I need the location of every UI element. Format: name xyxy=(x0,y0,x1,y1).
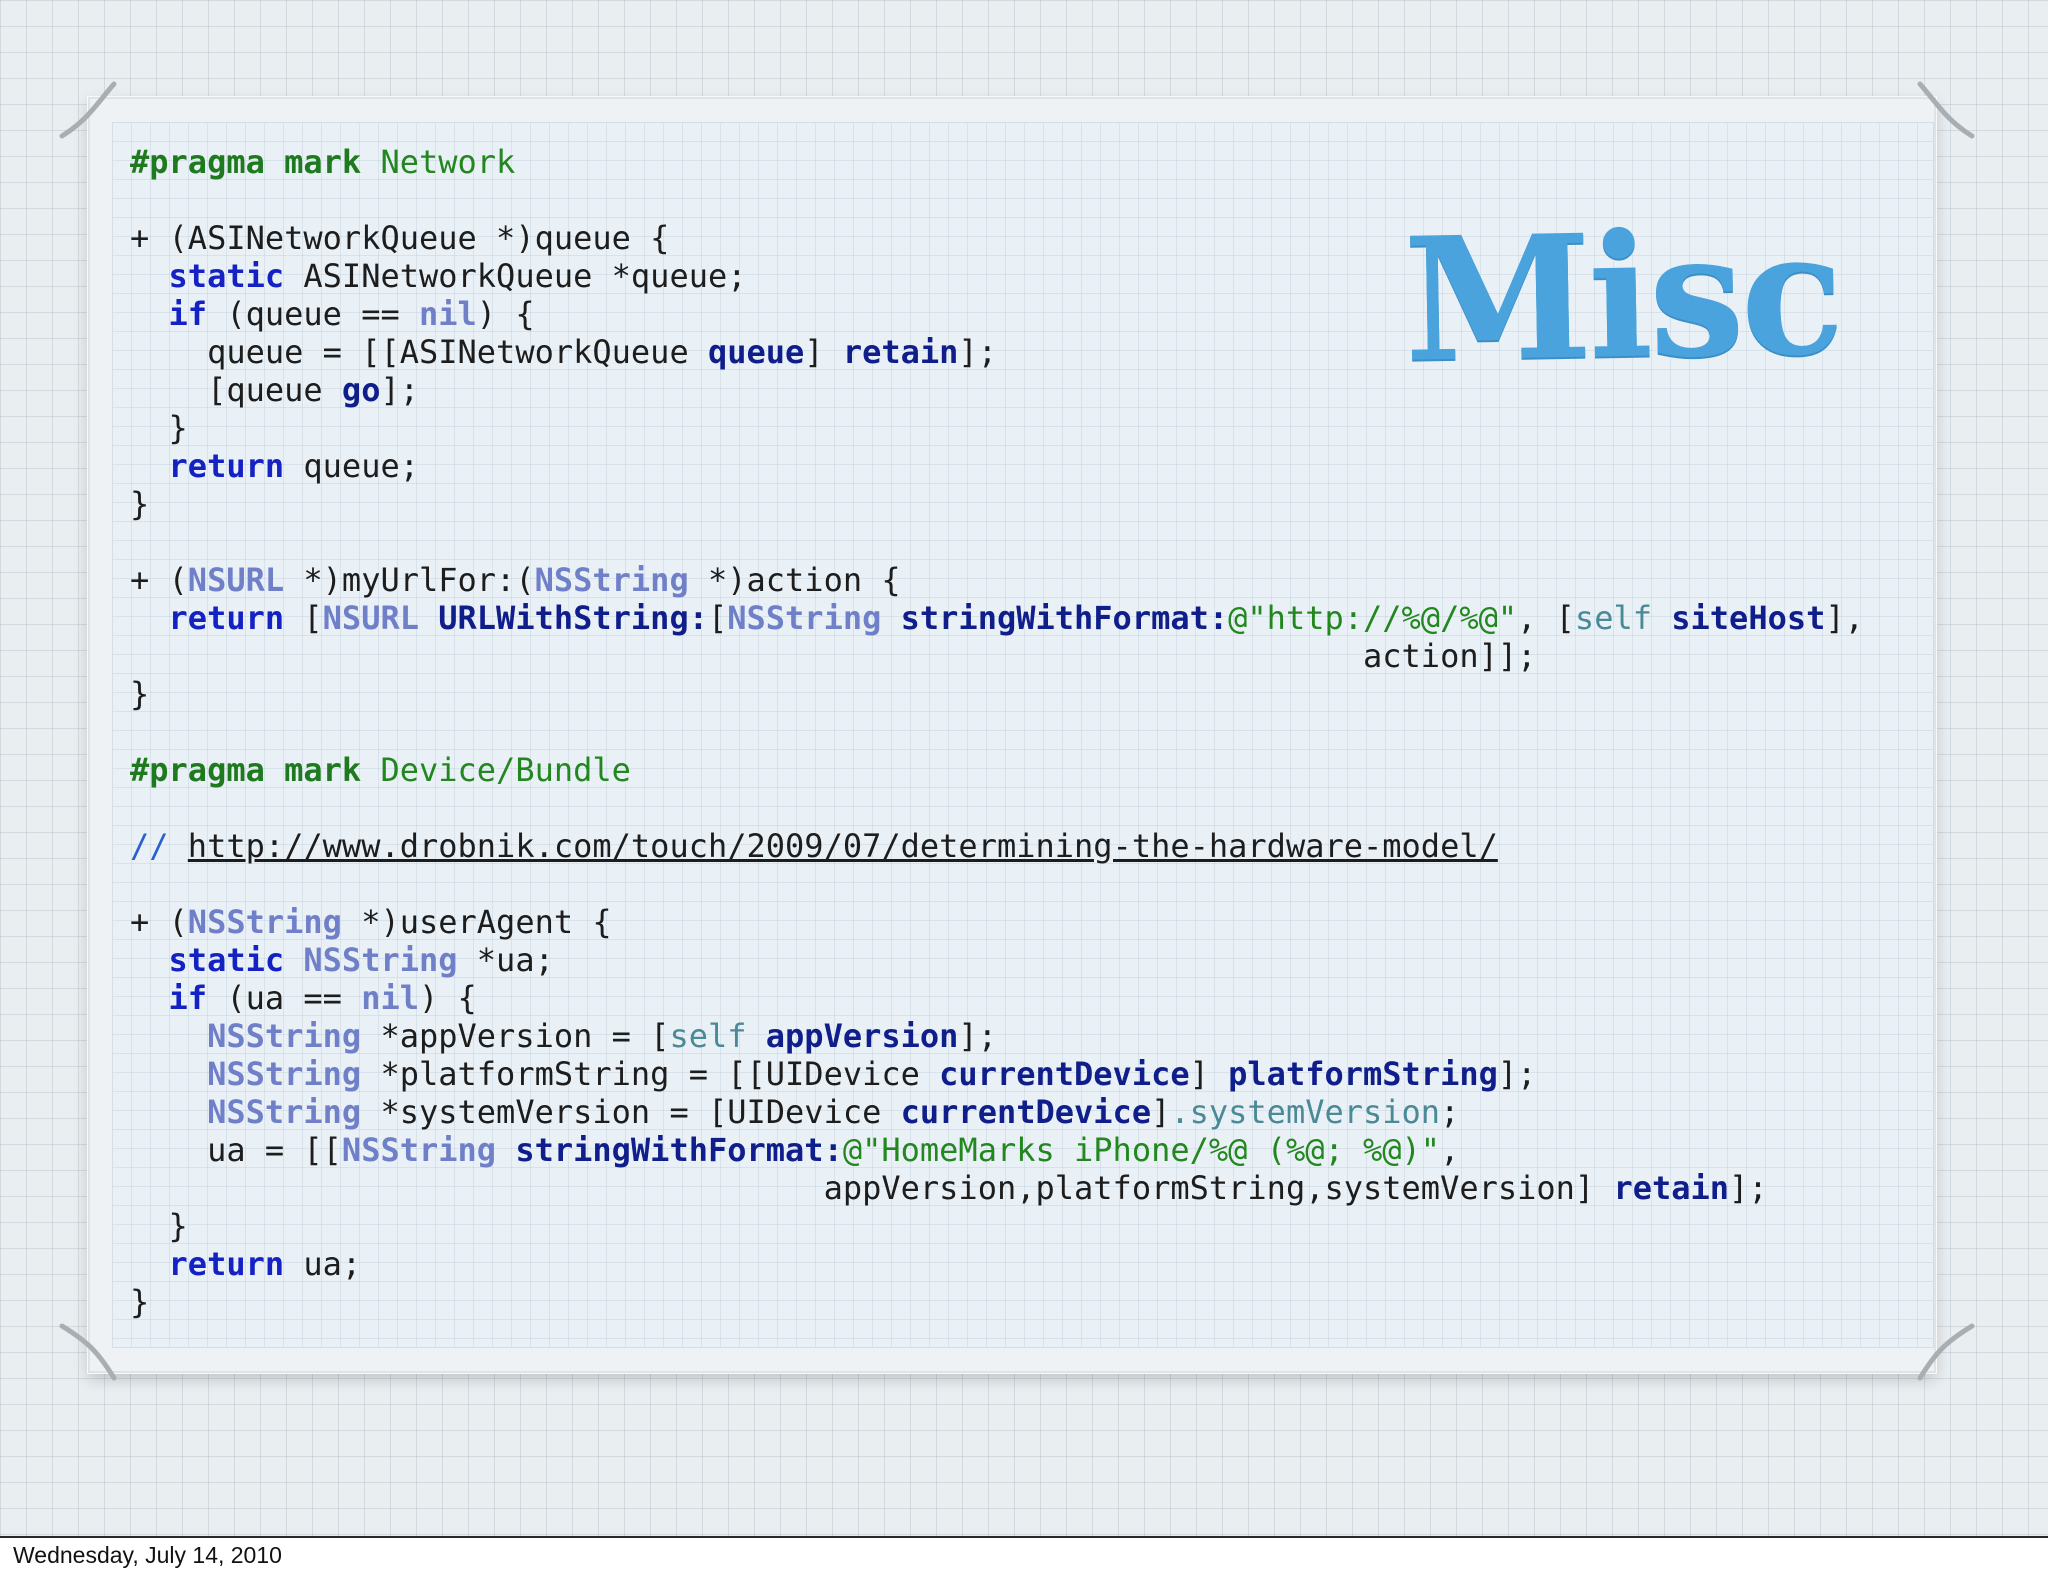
code-line: if (ua == nil) { xyxy=(168,979,477,1017)
code-line: + (NSString *)userAgent { xyxy=(130,903,612,941)
code-line: NSString *appVersion = [self appVersion]… xyxy=(207,1017,997,1055)
code-line: static NSString *ua; xyxy=(168,941,554,979)
code-line: NSString *systemVersion = [UIDevice curr… xyxy=(207,1093,1460,1131)
slide: Misc #pragma mark Network + (ASINetworkQ… xyxy=(0,0,2048,1538)
footer-date: Wednesday, July 14, 2010 xyxy=(13,1542,282,1568)
code-line: [queue go]; xyxy=(130,371,419,409)
code-line: + (NSURL *)myUrlFor:(NSString *)action { xyxy=(130,561,901,599)
corner-ornament-bottom-right xyxy=(1917,1323,1975,1381)
corner-ornament-top-left xyxy=(59,81,117,139)
code-listing: #pragma mark Network + (ASINetworkQueue … xyxy=(130,143,1864,1321)
code-line: static ASINetworkQueue *queue; xyxy=(168,257,747,295)
comment-link[interactable]: http://www.drobnik.com/touch/2009/07/det… xyxy=(188,827,1498,865)
corner-ornament-bottom-left xyxy=(59,1323,117,1381)
code-line: } xyxy=(130,1283,150,1321)
code-line: return queue; xyxy=(168,447,419,485)
code-line: ua = [[NSString stringWithFormat:@"HomeM… xyxy=(130,1131,1460,1169)
corner-ornament-top-right xyxy=(1917,81,1975,139)
code-line: + (ASINetworkQueue *)queue { xyxy=(130,219,670,257)
code-line: return [NSURL URLWithString:[NSString st… xyxy=(168,599,1864,637)
code-line: } xyxy=(130,485,150,523)
code-line: #pragma mark Network xyxy=(130,143,516,181)
code-line: NSString *platformString = [[UIDevice cu… xyxy=(207,1055,1537,1093)
code-line: if (queue == nil) { xyxy=(168,295,535,333)
code-line: } xyxy=(130,1207,188,1245)
code-line: queue = [[ASINetworkQueue queue] retain]… xyxy=(130,333,997,371)
code-line: appVersion,platformString,systemVersion]… xyxy=(130,1169,1768,1207)
code-line: #pragma mark Device/Bundle xyxy=(130,751,631,789)
code-line: return ua; xyxy=(168,1245,362,1283)
code-line: } xyxy=(130,409,188,447)
code-line: // http://www.drobnik.com/touch/2009/07/… xyxy=(130,827,1498,865)
code-line: action]]; xyxy=(130,637,1537,675)
code-line: } xyxy=(130,675,150,713)
